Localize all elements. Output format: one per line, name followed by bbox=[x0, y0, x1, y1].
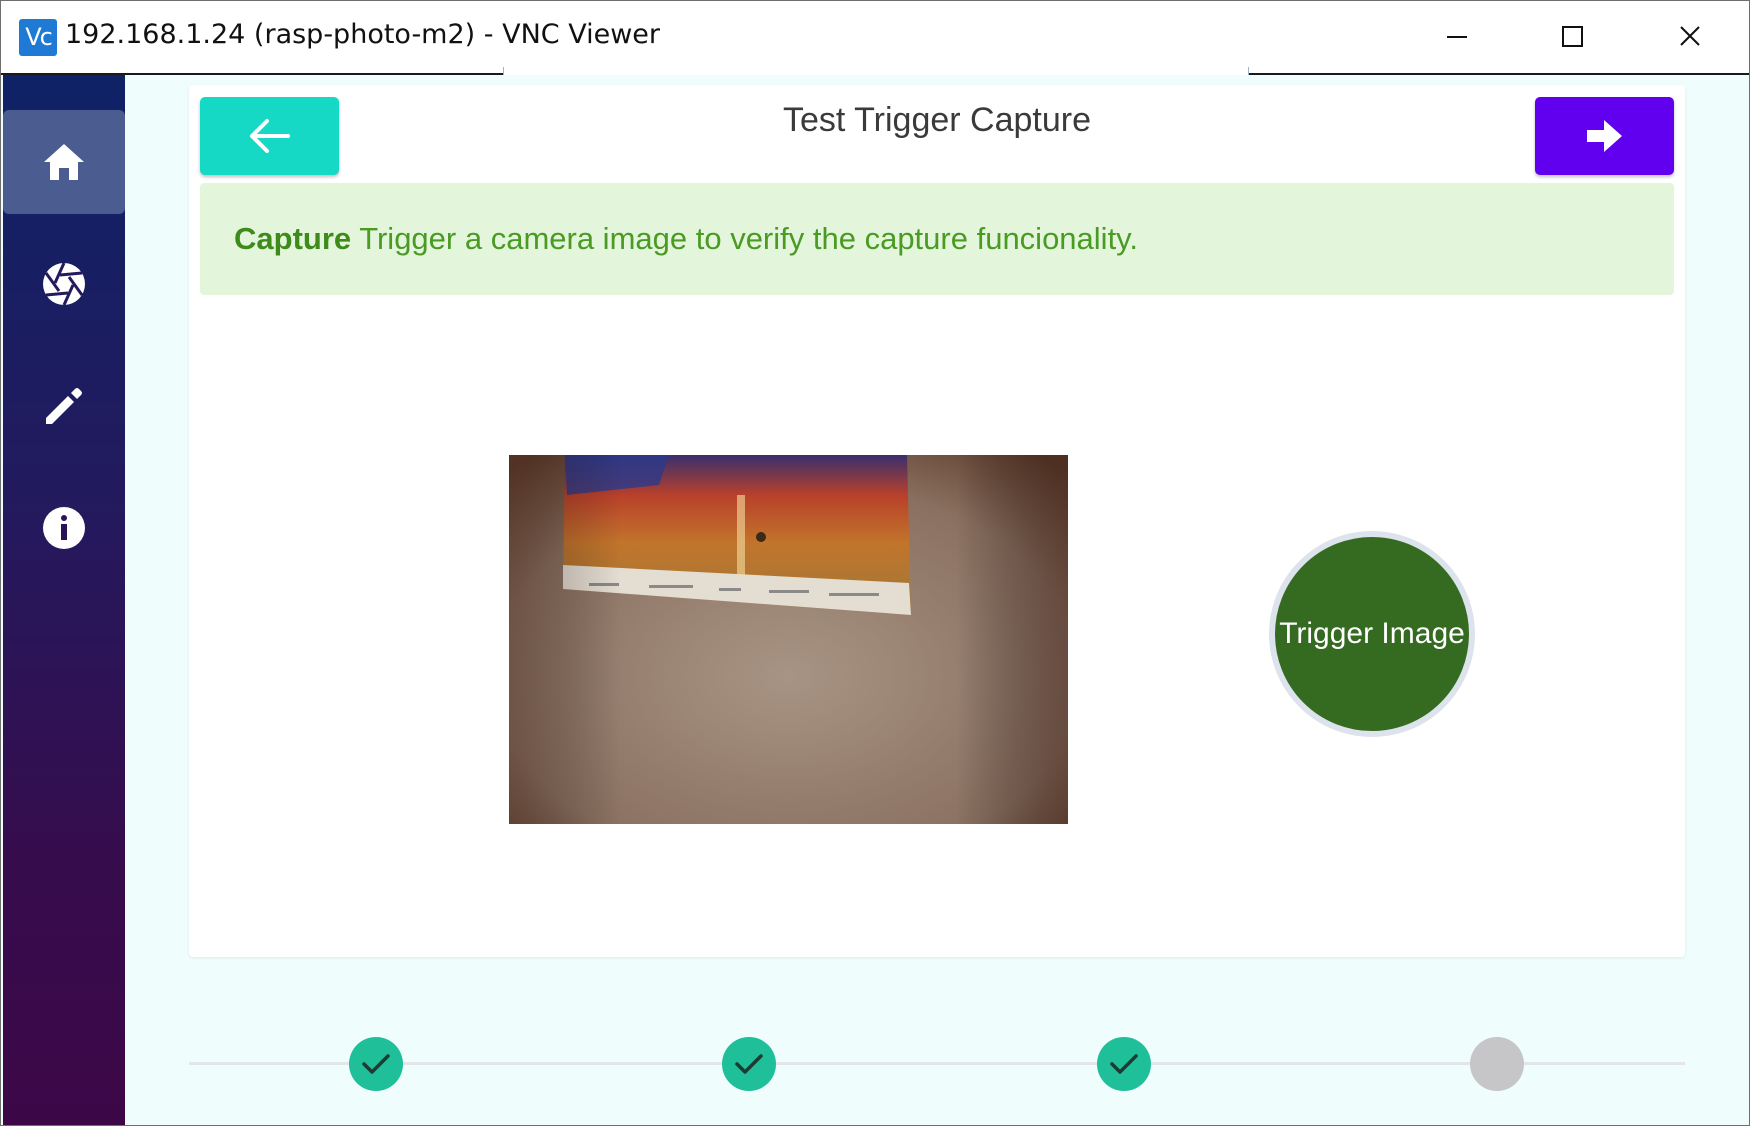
banner-text: Capture Trigger a camera image to verify… bbox=[234, 221, 1138, 257]
captured-image-preview bbox=[509, 455, 1068, 824]
arrow-left-icon bbox=[250, 119, 290, 153]
camera-aperture-icon bbox=[43, 262, 85, 306]
window-title: 192.168.1.24 (rasp-photo-m2) - VNC Viewe… bbox=[65, 19, 660, 50]
next-button[interactable] bbox=[1535, 97, 1674, 175]
checkmark-icon bbox=[362, 1054, 390, 1074]
home-icon bbox=[44, 144, 84, 180]
close-button[interactable] bbox=[1631, 1, 1747, 73]
vnc-viewer-window: Vс 192.168.1.24 (rasp-photo-m2) - VNC Vi… bbox=[0, 0, 1750, 1126]
stepper-track bbox=[189, 1062, 1685, 1065]
pencil-icon bbox=[46, 388, 82, 424]
minimize-button[interactable] bbox=[1399, 1, 1515, 73]
sidebar-item-home[interactable] bbox=[3, 110, 125, 214]
remote-desktop[interactable]: Test Trigger Capture Capture Trigger a c… bbox=[1, 75, 1749, 1125]
info-banner: Capture Trigger a camera image to verify… bbox=[200, 183, 1674, 295]
step-4-pending[interactable] bbox=[1470, 1037, 1524, 1091]
banner-message: Trigger a camera image to verify the cap… bbox=[351, 221, 1138, 256]
info-icon bbox=[43, 507, 85, 549]
sidebar-item-edit[interactable] bbox=[3, 354, 125, 458]
step-3-complete[interactable] bbox=[1097, 1037, 1151, 1091]
checkmark-icon bbox=[1110, 1054, 1138, 1074]
checkmark-icon bbox=[735, 1054, 763, 1074]
minimize-icon bbox=[1447, 36, 1467, 38]
vnc-app-icon: Vс bbox=[19, 19, 57, 56]
step-1-complete[interactable] bbox=[349, 1037, 403, 1091]
back-button[interactable] bbox=[200, 97, 339, 175]
sidebar-item-info[interactable] bbox=[3, 476, 125, 580]
sidebar bbox=[3, 75, 125, 1125]
content-card: Test Trigger Capture Capture Trigger a c… bbox=[189, 85, 1685, 957]
sidebar-item-capture[interactable] bbox=[3, 232, 125, 336]
maximize-icon bbox=[1562, 26, 1583, 47]
step-2-complete[interactable] bbox=[722, 1037, 776, 1091]
close-icon bbox=[1680, 26, 1700, 46]
arrow-right-icon bbox=[1587, 120, 1622, 152]
captured-photo bbox=[509, 455, 1068, 824]
banner-title: Capture bbox=[234, 221, 352, 256]
maximize-button[interactable] bbox=[1515, 1, 1631, 73]
page-title: Test Trigger Capture bbox=[782, 101, 1092, 139]
trigger-image-button[interactable]: Trigger Image bbox=[1269, 531, 1475, 737]
title-bar: Vс 192.168.1.24 (rasp-photo-m2) - VNC Vi… bbox=[1, 1, 1749, 75]
